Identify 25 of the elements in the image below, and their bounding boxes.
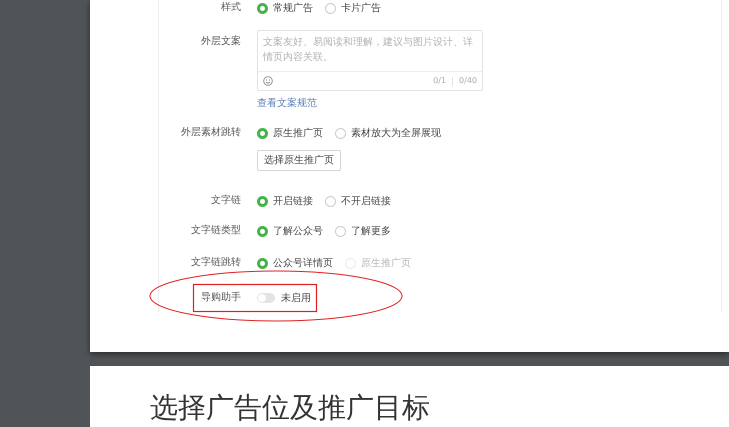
field-label: 外层素材跳转: [181, 126, 241, 140]
radio-option[interactable]: 不开启链接: [325, 194, 391, 208]
radio-option[interactable]: 卡片广告: [325, 0, 381, 16]
field-label: 样式: [221, 0, 241, 15]
radio-option[interactable]: 开启链接: [257, 194, 313, 208]
radio-option[interactable]: 了解公众号: [257, 224, 323, 238]
radio-option[interactable]: 公众号详情页: [257, 256, 333, 270]
toggle-status: 未启用: [281, 292, 311, 306]
radio-option[interactable]: 常规广告: [257, 0, 313, 16]
field-label: 导购助手: [201, 290, 241, 305]
field-label: 文字链类型: [191, 224, 241, 238]
toggle-switch[interactable]: [257, 293, 275, 303]
field-label: 文字链跳转: [191, 256, 241, 270]
section-heading: 选择广告位及推广目标: [150, 392, 430, 424]
field-label: 外层文案: [201, 34, 241, 49]
select-page-button[interactable]: 选择原生推广页: [257, 150, 341, 171]
radio-option[interactable]: 了解更多: [335, 224, 391, 238]
field-label: 文字链: [211, 194, 241, 208]
character-count: 0/40: [459, 75, 477, 87]
emoji-icon[interactable]: [263, 76, 273, 86]
guidelines-link[interactable]: 查看文案规范: [257, 96, 483, 111]
character-count: 0/1: [433, 75, 446, 87]
radio-option[interactable]: 素材放大为全屏展现: [335, 126, 441, 140]
radio-option: 原生推广页: [345, 256, 411, 270]
radio-option[interactable]: 原生推广页: [257, 126, 323, 140]
